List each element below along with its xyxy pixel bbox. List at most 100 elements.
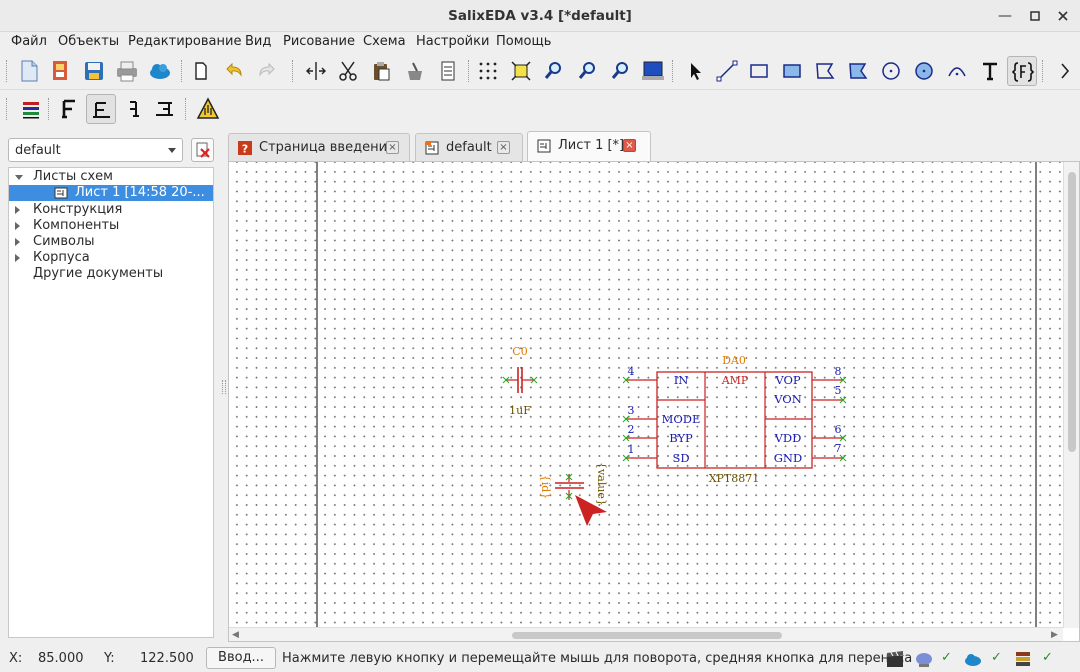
menu-edit[interactable]: Редактирование [128, 34, 241, 49]
check-icon: ✓ [991, 650, 1002, 665]
zoom-out-icon[interactable] [573, 56, 603, 86]
vertical-scroll-thumb[interactable] [1068, 172, 1076, 452]
schematic-canvas[interactable]: C0 1uF {id} {value} DA0 AMP 4 3 2 1 IN M… [229, 162, 1063, 628]
filled-circle-icon[interactable] [909, 56, 939, 86]
ic-da0[interactable]: DA0 AMP 4 3 2 1 IN MODE BYP SD 8 5 6 7 V… [622, 354, 847, 485]
zoom-in-icon[interactable] [539, 56, 569, 86]
svg-text:MODE: MODE [662, 412, 701, 426]
select-arrow-icon[interactable] [680, 56, 710, 86]
horizontal-scrollbar[interactable]: ◀ ▶ [229, 627, 1063, 641]
y-label: Y: [104, 651, 115, 666]
tree-item-other-docs[interactable]: Другие документы [9, 266, 213, 282]
align-right-icon[interactable] [150, 94, 180, 124]
tab-sheet-1[interactable]: Лист 1 [*] × [527, 131, 651, 161]
redo-icon[interactable] [252, 56, 282, 86]
new-file-icon[interactable] [14, 56, 44, 86]
title-bar: SalixEDA v3.4 [*default] — [0, 0, 1080, 32]
polygon-icon[interactable] [843, 56, 873, 86]
new-sheet-icon[interactable] [186, 56, 216, 86]
input-button[interactable]: Ввод... [206, 647, 276, 669]
project-panel: default Листы схем Лист 1 [14:58 20-... … [8, 138, 214, 638]
paste-icon[interactable] [366, 56, 396, 86]
undo-icon[interactable] [219, 56, 249, 86]
save-icon[interactable] [79, 56, 109, 86]
zoom-area-icon[interactable] [606, 56, 636, 86]
align-center-icon[interactable] [118, 94, 148, 124]
font-icon[interactable] [54, 94, 84, 124]
cloud-status-icon[interactable] [962, 648, 984, 670]
tab-intro[interactable]: ? Страница введения × [228, 133, 410, 161]
close-icon[interactable] [1053, 6, 1073, 26]
warning-icon[interactable] [193, 94, 223, 124]
tab-close-icon[interactable]: × [623, 139, 636, 152]
maximize-icon[interactable] [1025, 6, 1045, 26]
print-icon[interactable] [112, 56, 142, 86]
menu-view[interactable]: Вид [245, 34, 271, 49]
status-bar: X: 85.000 Y: 122.500 Ввод... Нажмите лев… [0, 645, 1080, 672]
placing-capacitor[interactable]: {id} {value} [539, 462, 608, 526]
project-tree: Листы схем Лист 1 [14:58 20-... Конструк… [8, 167, 214, 638]
tree-item-sheet-1[interactable]: Лист 1 [14:58 20-... [9, 185, 213, 201]
line-icon[interactable] [712, 56, 742, 86]
collapsed-icon[interactable] [15, 254, 20, 262]
menu-file[interactable]: Файл [11, 34, 47, 49]
y-coordinate: 122.500 [140, 651, 194, 666]
clapper-icon[interactable] [884, 648, 906, 670]
tree-item-schematic-sheets[interactable]: Листы схем [9, 169, 213, 185]
screen-icon[interactable] [638, 56, 668, 86]
tab-close-icon[interactable]: × [386, 141, 399, 154]
menu-draw[interactable]: Рисование [283, 34, 355, 49]
svg-text:5: 5 [835, 384, 842, 397]
tab-default[interactable]: default × [415, 133, 523, 161]
x-coordinate: 85.000 [38, 651, 84, 666]
tree-item-packages[interactable]: Корпуса [9, 250, 213, 266]
collapsed-icon[interactable] [15, 222, 20, 230]
grid-icon[interactable] [473, 56, 503, 86]
svg-text:7: 7 [835, 442, 842, 455]
menu-objects[interactable]: Объекты [58, 34, 119, 49]
minimize-icon[interactable]: — [995, 6, 1015, 26]
library-icon[interactable] [1012, 648, 1034, 670]
scroll-right-icon[interactable]: ▶ [1051, 630, 1058, 640]
polyline-icon[interactable] [810, 56, 840, 86]
menu-schematic[interactable]: Схема [363, 34, 406, 49]
properties-icon[interactable] [433, 56, 463, 86]
more-icon[interactable] [1050, 56, 1080, 86]
fit-icon[interactable] [506, 56, 536, 86]
filled-rect-icon[interactable] [777, 56, 807, 86]
svg-text:4: 4 [628, 365, 635, 378]
tree-item-construction[interactable]: Конструкция [9, 202, 213, 218]
text-icon[interactable] [975, 56, 1005, 86]
cloud-icon[interactable] [145, 56, 175, 86]
collapsed-icon[interactable] [15, 238, 20, 246]
horizontal-scroll-thumb[interactable] [512, 632, 782, 639]
menu-help[interactable]: Помощь [496, 34, 551, 49]
network-icon[interactable] [913, 648, 935, 670]
collapsed-icon[interactable] [15, 206, 20, 214]
panel-splitter[interactable] [222, 380, 226, 394]
arc-icon[interactable] [942, 56, 972, 86]
expand-icon[interactable] [15, 175, 23, 180]
field-icon[interactable] [1007, 56, 1037, 86]
tree-item-components[interactable]: Компоненты [9, 218, 213, 234]
vertical-scrollbar[interactable] [1063, 162, 1079, 628]
tab-close-icon[interactable]: × [497, 141, 510, 154]
clean-icon[interactable] [400, 56, 430, 86]
placing-id: {id} [539, 475, 552, 500]
layers-icon[interactable] [16, 94, 46, 124]
align-left-icon[interactable] [86, 94, 116, 124]
menu-settings[interactable]: Настройки [416, 34, 489, 49]
circle-icon[interactable] [876, 56, 906, 86]
rectangle-icon[interactable] [744, 56, 774, 86]
delete-project-button[interactable] [191, 138, 214, 162]
tree-item-symbols[interactable]: Символы [9, 234, 213, 250]
project-select[interactable]: default [8, 138, 183, 162]
capacitor-c0[interactable]: C0 1uF [502, 345, 538, 417]
cut-icon[interactable] [333, 56, 363, 86]
mirror-icon[interactable] [301, 56, 331, 86]
scroll-left-icon[interactable]: ◀ [232, 630, 239, 640]
svg-text:BYP: BYP [669, 431, 693, 445]
capacitor-value: 1uF [509, 404, 531, 417]
open-project-icon[interactable] [46, 56, 76, 86]
ic-part-name: XPT8871 [709, 472, 760, 485]
